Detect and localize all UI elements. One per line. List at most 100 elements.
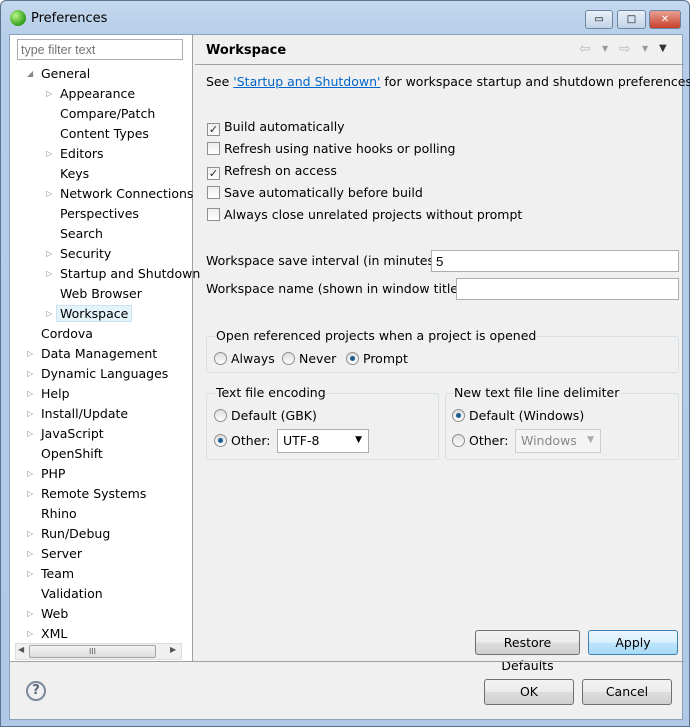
workspace-name-label: Workspace name (shown in window title): [206,281,468,296]
cancel-button[interactable]: Cancel [582,679,672,705]
close-button[interactable]: ✕ [649,10,681,29]
tree-item-run-debug[interactable]: ▷ Run/Debug [27,525,110,543]
collapsed-arrow-icon[interactable]: ▷ [27,405,33,423]
tree-item-label: PHP [41,466,66,481]
tree-item-label: Web [41,606,69,621]
collapsed-arrow-icon[interactable]: ▷ [46,265,52,283]
checkbox-refresh-on-access[interactable]: ✓ Refresh on access [207,163,337,180]
tree-item-appearance[interactable]: ▷ Appearance [46,85,135,103]
tree-item-label: OpenShift [41,446,103,461]
delimiter-other-radio[interactable]: Other: [452,433,508,448]
startup-shutdown-link[interactable]: 'Startup and Shutdown' [233,74,380,89]
forward-icon[interactable]: ⇨ [619,41,631,57]
collapsed-arrow-icon[interactable]: ▷ [46,145,52,163]
collapsed-arrow-icon[interactable]: ▷ [27,525,33,543]
tree-item-label: Security [60,246,112,261]
tree-item-label: Keys [60,166,90,181]
save-interval-input[interactable] [431,250,679,272]
tree-item-label: Network Connections [60,186,194,201]
collapsed-arrow-icon[interactable]: ▷ [27,385,33,403]
help-icon[interactable]: ? [26,681,46,701]
workspace-name-input[interactable] [456,278,679,300]
tree-item-xml[interactable]: ▷ XML [27,625,67,643]
encoding-combo[interactable]: UTF-8 ▼ [277,429,369,453]
checkbox-build-automatically[interactable]: ✓ Build automatically [207,119,345,136]
tree-item-general[interactable]: ◢ General [27,65,90,83]
tree-item-keys[interactable]: Keys [60,165,89,183]
scroll-right-icon[interactable]: ▶ [170,645,176,654]
tree-item-security[interactable]: ▷ Security [46,245,112,263]
tree-item-workspace[interactable]: ▷ Workspace [46,305,133,323]
checkbox-unchecked-icon [207,142,220,155]
tree-item-web-browser[interactable]: Web Browser [60,285,142,303]
tree-item-label: Server [41,546,82,561]
scroll-left-icon[interactable]: ◀ [18,645,24,654]
collapsed-arrow-icon[interactable]: ▷ [46,305,52,323]
radio-icon [282,352,295,365]
back-dropdown-icon[interactable]: ▼ [602,44,608,53]
collapsed-arrow-icon[interactable]: ▷ [27,485,33,503]
tree-item-cordova[interactable]: Cordova [41,325,93,343]
checkbox-save-automatically-before-build[interactable]: Save automatically before build [207,185,423,200]
tree-item-javascript[interactable]: ▷ JavaScript [27,425,104,443]
tree-horizontal-scrollbar[interactable]: ◀ III ▶ [15,643,182,660]
collapsed-arrow-icon[interactable]: ▷ [27,345,33,363]
view-menu-icon[interactable]: ▼ [659,43,667,54]
tree-item-perspectives[interactable]: Perspectives [60,205,139,223]
radio-never[interactable]: Never [282,351,336,366]
checkbox-label: Build automatically [224,119,345,134]
maximize-button[interactable]: □ [617,10,646,29]
radio-icon [214,352,227,365]
tree-item-search[interactable]: Search [60,225,103,243]
radio-prompt[interactable]: Prompt [346,351,408,366]
minimize-button[interactable]: ▭ [585,10,613,29]
collapsed-arrow-icon[interactable]: ▷ [27,605,33,623]
checkbox-always-close-unrelated-projects-without-prompt[interactable]: Always close unrelated projects without … [207,207,522,222]
filter-input[interactable] [17,39,183,60]
tree-item-compare-patch[interactable]: Compare/Patch [60,105,155,123]
tree-item-rhino[interactable]: Rhino [41,505,77,523]
collapsed-arrow-icon[interactable]: ▷ [27,545,33,563]
tree-item-dynamic-languages[interactable]: ▷ Dynamic Languages [27,365,168,383]
tree-item-label: Install/Update [41,406,129,421]
checkbox-refresh-using-native-hooks-or-polling[interactable]: Refresh using native hooks or polling [207,141,456,156]
encoding-default-radio[interactable]: Default (GBK) [214,408,317,423]
apply-button[interactable]: Apply [588,630,678,655]
tree-item-label: Search [60,226,103,241]
collapsed-arrow-icon[interactable]: ▷ [46,245,52,263]
tree-item-team[interactable]: ▷ Team [27,565,74,583]
scroll-thumb[interactable]: III [29,645,156,658]
collapsed-arrow-icon[interactable]: ▷ [27,425,33,443]
tree-item-help[interactable]: ▷ Help [27,385,70,403]
tree-item-php[interactable]: ▷ PHP [27,465,66,483]
radio-label: Other: [469,433,509,448]
forward-dropdown-icon[interactable]: ▼ [642,44,648,53]
collapsed-arrow-icon[interactable]: ▷ [27,465,33,483]
tree-item-data-management[interactable]: ▷ Data Management [27,345,157,363]
tree-item-remote-systems[interactable]: ▷ Remote Systems [27,485,146,503]
encoding-other-radio[interactable]: Other: [214,433,270,448]
chevron-down-icon: ▼ [355,435,362,445]
radio-always[interactable]: Always [214,351,275,366]
collapsed-arrow-icon[interactable]: ▷ [27,625,33,643]
restore-defaults-button[interactable]: Restore Defaults [475,630,580,673]
tree-item-startup-and-shutdown[interactable]: ▷ Startup and Shutdown [46,265,200,283]
footer-divider [10,661,684,662]
expanded-arrow-icon[interactable]: ◢ [27,65,33,83]
tree-item-editors[interactable]: ▷ Editors [46,145,104,163]
collapsed-arrow-icon[interactable]: ▷ [46,85,52,103]
collapsed-arrow-icon[interactable]: ▷ [27,565,33,583]
tree-item-openshift[interactable]: OpenShift [41,445,103,463]
tree-item-validation[interactable]: Validation [41,585,103,603]
collapsed-arrow-icon[interactable]: ▷ [27,365,33,383]
tree-item-web[interactable]: ▷ Web [27,605,69,623]
dialog-body: ◢ General ▷ Appearance Compare/Patch Content … [9,34,690,720]
tree-item-network-connections[interactable]: ▷ Network Connections [46,185,194,203]
tree-item-server[interactable]: ▷ Server [27,545,82,563]
ok-button[interactable]: OK [484,679,574,705]
collapsed-arrow-icon[interactable]: ▷ [46,185,52,203]
tree-item-install-update[interactable]: ▷ Install/Update [27,405,129,423]
tree-item-content-types[interactable]: Content Types [60,125,149,143]
back-icon[interactable]: ⇦ [579,41,591,57]
delimiter-default-radio[interactable]: Default (Windows) [452,408,584,423]
